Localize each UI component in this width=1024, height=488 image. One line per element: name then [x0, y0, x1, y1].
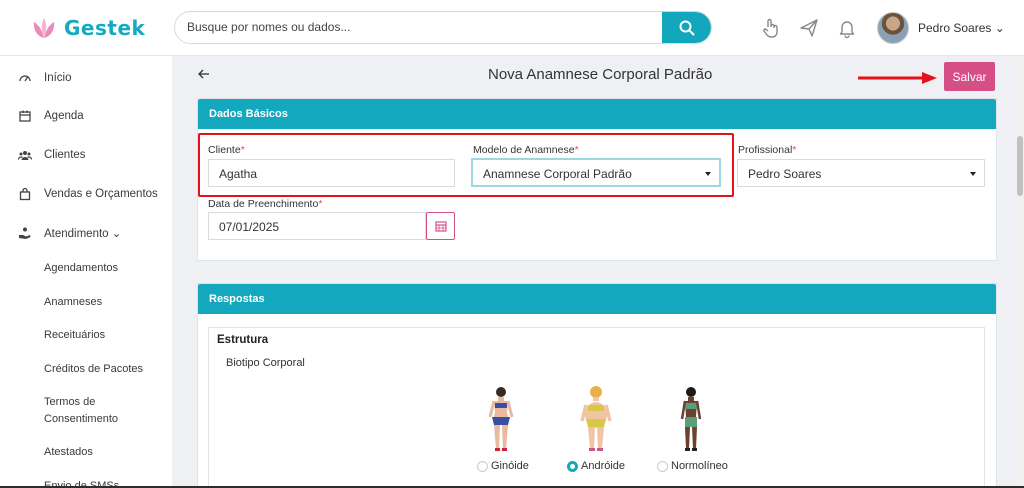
user-menu[interactable]: Pedro Soares ⌄: [877, 12, 1005, 44]
radio-label: Ginóide: [491, 460, 529, 472]
scrollbar[interactable]: [1016, 56, 1024, 488]
logo[interactable]: Gestek: [30, 14, 145, 42]
radio-label: Andróide: [581, 460, 626, 472]
ginoide-body-figure-icon: [488, 387, 514, 451]
sidebar-subitem-termos[interactable]: Termos de Consentimento: [44, 394, 134, 428]
date-picker-button[interactable]: [426, 212, 455, 240]
sidebar-item-agenda[interactable]: Agenda: [0, 106, 172, 126]
search-button[interactable]: [662, 12, 711, 43]
androide-body-figure-icon: [580, 386, 612, 451]
highlight-annotation-box: [198, 133, 734, 197]
logo-text: Gestek: [64, 16, 146, 40]
sidebar-item-label: Atendimento ⌄: [44, 228, 122, 240]
radio-button[interactable]: [657, 460, 668, 472]
calendar-icon: [434, 221, 447, 232]
profissional-select[interactable]: Pedro Soares: [737, 159, 985, 187]
normolineo-body-figure-icon: [680, 387, 702, 451]
profissional-label: Profissional*: [738, 144, 797, 156]
sidebar-subitem-agendamentos[interactable]: Agendamentos: [44, 260, 164, 277]
respostas-header: Respostas: [198, 284, 996, 314]
lotus-logo-icon: [33, 18, 55, 38]
section-title: Estrutura: [217, 334, 269, 346]
users-icon: [18, 151, 32, 160]
sidebar-item-label: Vendas e Orçamentos: [44, 188, 158, 200]
shopping-bag-icon: [19, 187, 31, 201]
search-bar: [174, 11, 712, 44]
sidebar-item-vendas[interactable]: Vendas e Orçamentos: [0, 184, 172, 204]
sidebar-item-clientes[interactable]: Clientes: [0, 145, 172, 165]
hand-care-icon: [19, 227, 31, 239]
avatar: [877, 12, 909, 44]
calendar-icon: [19, 110, 31, 122]
top-bar: Gestek Pedro Soares ⌄: [0, 0, 1024, 56]
radio-option-ginoide[interactable]: Ginóide: [477, 460, 529, 472]
page-title: Nova Anamnese Corporal Padrão: [488, 66, 713, 83]
sidebar: Início Agenda Clientes Vendas e Orçament…: [0, 56, 172, 488]
user-name: Pedro Soares ⌄: [918, 21, 1005, 35]
red-arrow-annotation-icon: [858, 72, 937, 84]
search-input[interactable]: [187, 20, 657, 34]
scrollbar-thumb[interactable]: [1017, 136, 1023, 196]
dados-basicos-header: Dados Básicos: [198, 99, 996, 129]
sidebar-item-label: Início: [44, 72, 72, 84]
sidebar-subitem-atestados[interactable]: Atestados: [44, 444, 164, 461]
search-icon: [679, 20, 694, 35]
data-preenchimento-input[interactable]: 07/01/2025: [208, 212, 426, 240]
save-button[interactable]: Salvar: [944, 62, 995, 91]
data-preenchimento-label: Data de Preenchimento*: [208, 198, 323, 210]
sidebar-item-atendimento[interactable]: Atendimento ⌄: [0, 223, 172, 243]
radio-option-normolineo[interactable]: Normolíneo: [657, 460, 728, 472]
back-arrow-icon[interactable]: [198, 68, 210, 80]
sidebar-item-label: Clientes: [44, 149, 86, 161]
bell-icon[interactable]: [836, 17, 858, 39]
radio-label: Normolíneo: [671, 460, 728, 472]
sidebar-subitem-anamneses[interactable]: Anamneses: [44, 294, 164, 311]
radio-option-androide[interactable]: Andróide: [567, 460, 625, 472]
sidebar-item-label: Agenda: [44, 110, 84, 122]
sidebar-subitem-creditos-pacotes[interactable]: Créditos de Pacotes: [44, 361, 164, 378]
speedometer-icon: [19, 75, 31, 82]
question-label: Biotipo Corporal: [226, 357, 305, 369]
hand-pointer-icon[interactable]: [760, 17, 782, 39]
radio-button[interactable]: [477, 460, 488, 472]
radio-button-checked[interactable]: [567, 460, 578, 472]
sidebar-subitem-receituarios[interactable]: Receituários: [44, 327, 164, 344]
sidebar-item-inicio[interactable]: Início: [0, 68, 172, 88]
send-icon[interactable]: [798, 17, 820, 39]
